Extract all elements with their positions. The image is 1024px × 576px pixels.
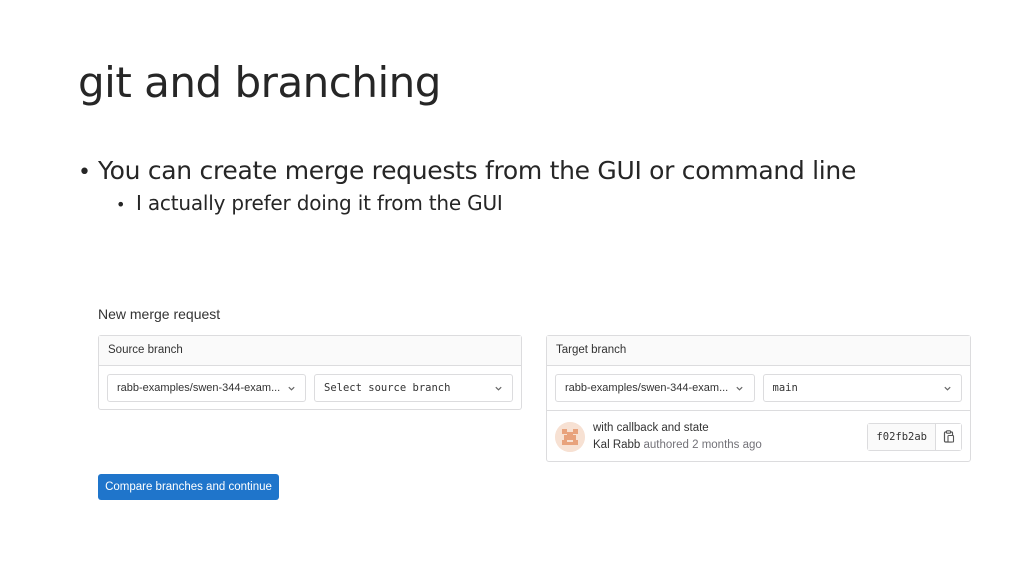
slide-title: git and branching bbox=[78, 58, 441, 107]
bullet-text: You can create merge requests from the G… bbox=[98, 156, 857, 185]
bullet-list: • You can create merge requests from the… bbox=[78, 156, 856, 215]
commit-sha-group: f02fb2ab bbox=[867, 422, 962, 451]
bullet-dot: • bbox=[78, 160, 91, 185]
sub-bullet-item: • I actually prefer doing it from the GU… bbox=[116, 191, 856, 215]
commit-meta: authored 2 months ago bbox=[643, 438, 762, 451]
sub-bullet-text: I actually prefer doing it from the GUI bbox=[136, 191, 503, 215]
source-branch-placeholder: Select source branch bbox=[324, 382, 451, 394]
clipboard-icon bbox=[943, 430, 954, 443]
bullet-dot: • bbox=[116, 195, 126, 214]
target-branch-value: main bbox=[772, 382, 798, 394]
source-project-dropdown[interactable]: rabb-examples/swen-344-exam... bbox=[107, 374, 306, 402]
latest-commit: with callback and state Kal Rabb authore… bbox=[547, 410, 970, 462]
chevron-down-icon bbox=[735, 383, 745, 393]
chevron-down-icon bbox=[286, 383, 296, 393]
source-branch-header: Source branch bbox=[99, 336, 521, 366]
source-branch-dropdown[interactable]: Select source branch bbox=[314, 374, 513, 402]
chevron-down-icon bbox=[493, 383, 503, 393]
commit-author[interactable]: Kal Rabb bbox=[593, 439, 640, 451]
bullet-item: • You can create merge requests from the… bbox=[78, 156, 856, 185]
commit-sha[interactable]: f02fb2ab bbox=[868, 423, 936, 450]
chevron-down-icon bbox=[942, 383, 952, 393]
target-project-dropdown[interactable]: rabb-examples/swen-344-exam... bbox=[555, 374, 755, 402]
target-branch-header: Target branch bbox=[547, 336, 970, 366]
commit-title[interactable]: with callback and state bbox=[593, 420, 762, 437]
target-project-value: rabb-examples/swen-344-exam... bbox=[565, 382, 729, 394]
merge-request-heading: New merge request bbox=[98, 306, 221, 322]
copy-sha-button[interactable] bbox=[936, 423, 961, 450]
target-branch-dropdown[interactable]: main bbox=[762, 374, 962, 402]
source-project-value: rabb-examples/swen-344-exam... bbox=[117, 382, 281, 394]
avatar bbox=[555, 421, 585, 452]
source-branch-panel: Source branch rabb-examples/swen-344-exa… bbox=[98, 335, 522, 410]
target-branch-panel: Target branch rabb-examples/swen-344-exa… bbox=[546, 335, 971, 462]
compare-branches-button[interactable]: Compare branches and continue bbox=[98, 474, 279, 500]
